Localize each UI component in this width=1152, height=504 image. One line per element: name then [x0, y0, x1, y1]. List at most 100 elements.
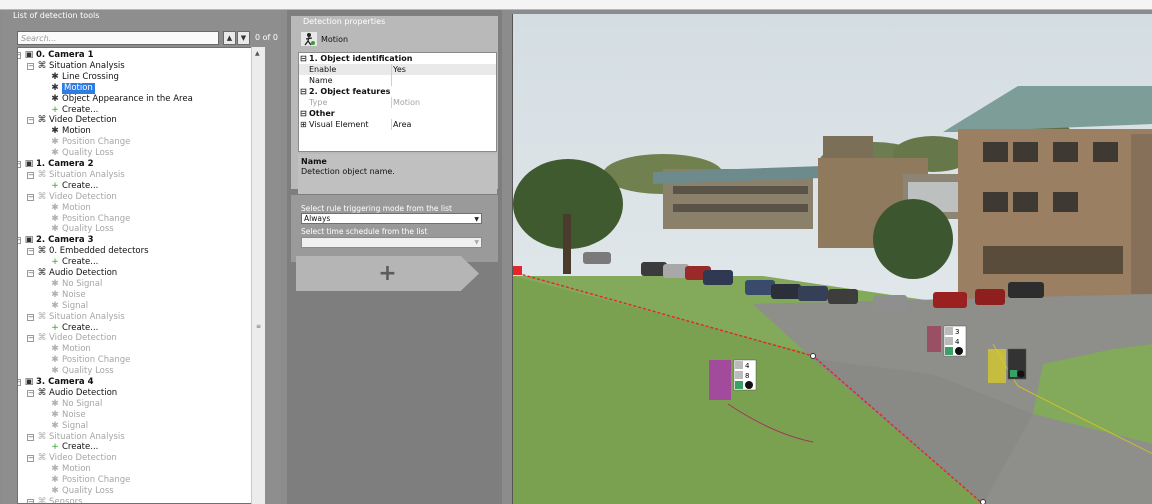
- tree-node-item[interactable]: ✱ Motion: [50, 464, 91, 475]
- tree-node-item[interactable]: ✱ Position Change: [50, 137, 130, 148]
- tree-scrollbar[interactable]: ▲ ≡: [251, 47, 265, 504]
- tree-node-create[interactable]: + Create...: [50, 181, 98, 192]
- tree-node-camera[interactable]: ▣ 3. Camera 4: [24, 377, 94, 388]
- tree-node-group[interactable]: ⌘ Video Detection: [37, 192, 117, 203]
- detector-icon: ✱: [51, 475, 59, 486]
- tree-node-item[interactable]: ✱ Signal: [50, 301, 88, 312]
- tree-node-item[interactable]: ✱ Line Crossing: [50, 72, 119, 83]
- tree-node-camera[interactable]: ▣ 1. Camera 2: [24, 159, 94, 170]
- tree-node-label: 0. Camera 1: [36, 50, 94, 60]
- tree-node-group[interactable]: ⌘ Situation Analysis: [37, 170, 125, 181]
- collapse-icon[interactable]: −: [27, 193, 34, 201]
- tree-node-group[interactable]: ⌘ Situation Analysis: [37, 312, 125, 323]
- tree-node-group[interactable]: ⌘ Situation Analysis: [37, 432, 125, 443]
- tree-node-group[interactable]: ⌘ Video Detection: [37, 453, 117, 464]
- tree-node-create[interactable]: + Create...: [50, 257, 98, 268]
- tree-node-label: Motion: [62, 344, 91, 355]
- property-section[interactable]: ⊟ Other: [299, 108, 496, 119]
- collapse-icon[interactable]: −: [18, 237, 21, 245]
- tree-node-item[interactable]: ✱ Position Change: [50, 475, 130, 486]
- tree-node-item[interactable]: ✱ Motion: [50, 126, 91, 137]
- expand-icon[interactable]: ⊞: [300, 119, 307, 130]
- collapse-icon[interactable]: −: [27, 498, 34, 503]
- detector-group-icon: ⌘: [37, 169, 47, 180]
- tree-node-item[interactable]: ✱ Noise: [50, 409, 86, 421]
- tree-node-group[interactable]: ⌘ Audio Detection: [37, 268, 118, 279]
- tree-node-label: 2. Camera 3: [36, 235, 94, 246]
- tree-node-group[interactable]: ⌘ Video Detection: [37, 333, 117, 344]
- search-input[interactable]: [17, 31, 219, 45]
- tree-node-create[interactable]: + Create...: [50, 442, 98, 453]
- detector-group-icon: ⌘: [37, 333, 47, 344]
- tree-node-item[interactable]: ✱ Motion: [50, 203, 91, 214]
- tree-node-item[interactable]: ✱ Quality Loss: [50, 486, 114, 497]
- zone-vertex-icon[interactable]: [980, 499, 986, 504]
- plus-icon: +: [51, 442, 59, 453]
- tree-node-item[interactable]: ✱ Quality Loss: [50, 148, 114, 159]
- tree-node-item[interactable]: ✱ No Signal: [50, 279, 102, 290]
- property-value[interactable]: Area: [393, 119, 411, 130]
- collapse-icon[interactable]: −: [27, 335, 34, 343]
- property-row[interactable]: Enable Yes: [299, 64, 496, 75]
- property-section[interactable]: ⊟ 2. Object features: [299, 86, 496, 97]
- search-prev-button[interactable]: ▲: [223, 31, 236, 45]
- collapse-icon[interactable]: −: [18, 161, 21, 168]
- camera-video-view[interactable]: 4 8 3 4: [512, 14, 1152, 504]
- tree-node-item[interactable]: ✱ Position Change: [50, 214, 130, 225]
- collapse-icon[interactable]: −: [27, 270, 34, 277]
- property-value[interactable]: Yes: [393, 64, 406, 75]
- collapse-icon[interactable]: −: [27, 62, 34, 70]
- schedule-select[interactable]: ▼: [301, 237, 482, 248]
- zone-handle-icon[interactable]: [513, 266, 522, 275]
- tree-node-item[interactable]: ✱ Motion: [50, 82, 95, 94]
- property-row[interactable]: Name: [299, 75, 496, 86]
- property-row[interactable]: Type Motion: [299, 97, 496, 108]
- collapse-icon[interactable]: −: [27, 389, 34, 397]
- tree-node-camera[interactable]: ▣ 0. Camera 1: [24, 50, 94, 61]
- tree-node-item[interactable]: ✱ No Signal: [50, 399, 102, 410]
- collapse-icon[interactable]: −: [27, 455, 34, 463]
- tracked-object-2[interactable]: 3 4: [927, 325, 967, 357]
- trigger-mode-label: Select rule triggering mode from the lis…: [301, 204, 452, 213]
- tree-node-group[interactable]: ⌘ Audio Detection: [37, 388, 118, 399]
- tree-node-item[interactable]: ✱ Quality Loss: [50, 366, 114, 377]
- tree-node-item[interactable]: ✱ Position Change: [50, 355, 130, 366]
- scroll-up-arrow-icon[interactable]: ▲: [255, 50, 260, 57]
- property-value[interactable]: Motion: [393, 97, 420, 108]
- collapse-icon[interactable]: ⊟: [300, 86, 307, 97]
- tree-node-create[interactable]: + Create...: [50, 323, 98, 334]
- tree-node-item[interactable]: ✱ Signal: [50, 421, 88, 432]
- zone-vertex-icon[interactable]: [810, 353, 816, 359]
- property-row[interactable]: ⊞ Visual Element Area: [299, 119, 496, 130]
- scroll-grip-icon[interactable]: ≡: [256, 323, 261, 330]
- tree-node-item[interactable]: ✱ Noise: [50, 290, 85, 301]
- trigger-mode-select[interactable]: Always ▼: [301, 213, 482, 224]
- search-next-button[interactable]: ▼: [237, 31, 250, 45]
- detector-icon: ✱: [51, 71, 59, 82]
- tree-node-create[interactable]: + Create...: [50, 105, 98, 116]
- tree-node-label: Noise: [62, 409, 86, 420]
- tree-node-camera[interactable]: ▣ 2. Camera 3: [24, 235, 94, 246]
- properties-header: Motion: [301, 32, 348, 46]
- tree-node-group[interactable]: ⌘ Video Detection: [37, 115, 117, 126]
- tree-node-item[interactable]: ✱ Object Appearance in the Area: [50, 94, 193, 105]
- collapse-icon[interactable]: −: [18, 379, 21, 386]
- tree-node-group[interactable]: ⌘ Situation Analysis: [37, 61, 125, 72]
- property-section[interactable]: ⊟ 1. Object identification: [299, 53, 496, 64]
- collapse-icon[interactable]: ⊟: [300, 108, 307, 119]
- collapse-icon[interactable]: −: [27, 433, 34, 441]
- collapse-icon[interactable]: −: [27, 248, 34, 256]
- tree-node-group[interactable]: ⌘ Sensors: [37, 497, 83, 503]
- collapse-icon[interactable]: −: [27, 117, 34, 125]
- tree-node-item[interactable]: ✱ Quality Loss: [50, 224, 114, 235]
- collapse-icon[interactable]: −: [27, 313, 34, 321]
- add-rule-button[interactable]: +: [296, 256, 479, 291]
- detector-group-icon: ⌘: [37, 453, 47, 464]
- collapse-icon[interactable]: −: [27, 171, 34, 179]
- properties-title: Detection properties: [303, 17, 386, 26]
- collapse-icon[interactable]: ⊟: [300, 53, 307, 64]
- tree-node-label: Create...: [62, 180, 99, 191]
- tree-node-group[interactable]: ⌘ 0. Embedded detectors: [37, 246, 149, 257]
- collapse-icon[interactable]: −: [18, 52, 21, 59]
- tree-node-item[interactable]: ✱ Motion: [50, 344, 91, 355]
